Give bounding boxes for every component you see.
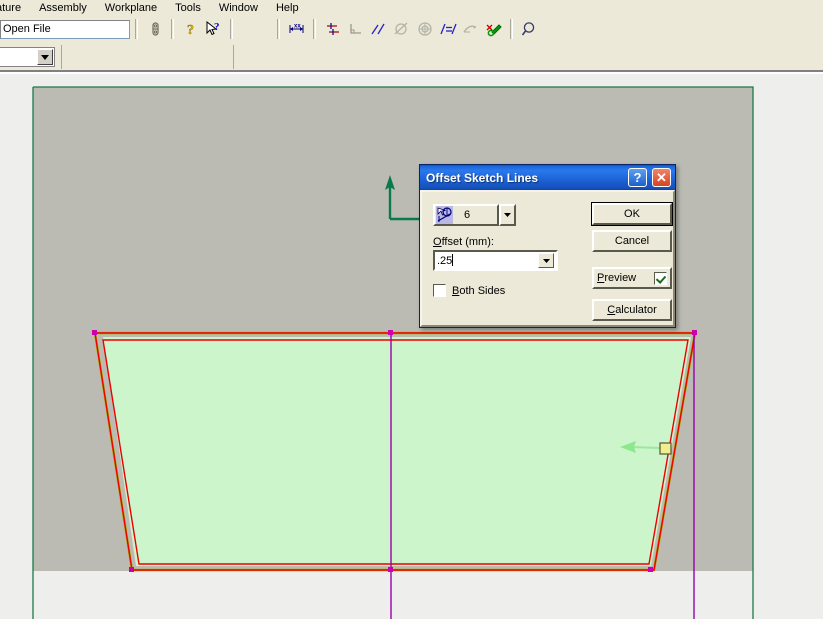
chevron-down-icon[interactable] (37, 49, 53, 65)
fix-constraint-icon[interactable] (482, 18, 505, 40)
offset-sketch-lines-icon (436, 206, 458, 224)
collinear-constraint-icon[interactable] (367, 18, 390, 40)
both-sides-label: Both Sides (452, 285, 505, 297)
both-sides-label-text: oth Sides (459, 284, 506, 297)
cancel-button[interactable]: Cancel (592, 230, 672, 252)
toolbar-separator (510, 19, 513, 39)
coincident-constraint-icon[interactable] (321, 18, 344, 40)
link-icon[interactable] (143, 18, 166, 40)
sketch-endpoint (129, 567, 134, 572)
toolbar-separator (135, 19, 138, 39)
sketch-endpoint (388, 330, 393, 335)
sketch-endpoint (648, 567, 653, 572)
help-icon[interactable]: ? (628, 168, 647, 187)
offset-sketch-lines-dialog[interactable]: Offset Sketch Lines ? ✕ 6 Offset (mm): .… (419, 164, 676, 328)
offset-tool-count: 6 (464, 209, 471, 221)
offset-value-chevron-down-icon[interactable] (538, 253, 554, 268)
toolbar-primary: Open File ? ? xx (0, 16, 823, 42)
menu-bar: ature Assembly Workplane Tools Window He… (0, 0, 823, 16)
close-icon-glyph: ✕ (656, 169, 667, 185)
calculator-button-text: alculator (615, 304, 657, 316)
offset-label-text: ffset (mm): (441, 236, 494, 248)
both-sides-checkbox-row[interactable]: Both Sides (433, 284, 505, 297)
offset-tool-chevron-down-icon[interactable] (499, 204, 516, 226)
sketch-endpoint (92, 330, 97, 335)
dialog-title: Offset Sketch Lines (426, 170, 539, 185)
offset-label-mnemonic: O (433, 236, 442, 248)
dimension-xx-icon[interactable]: xx (285, 18, 308, 40)
preview-checkbox[interactable] (654, 271, 667, 285)
toolbar-separator (277, 19, 280, 39)
offset-drag-handle (659, 442, 672, 455)
tangent-constraint-icon[interactable] (390, 18, 413, 40)
svg-text:?: ? (187, 23, 194, 37)
close-icon[interactable]: ✕ (652, 168, 671, 187)
offset-tool-selector[interactable]: 6 (433, 204, 499, 226)
open-file-combo[interactable]: Open File (0, 19, 130, 39)
sketch-endpoint (388, 567, 393, 572)
offset-field-label: Offset (mm): (433, 236, 494, 248)
sketch-face-fill (103, 337, 691, 566)
ok-button[interactable]: OK (591, 202, 673, 226)
preview-toggle-button[interactable]: Preview (592, 267, 672, 289)
offset-value-text: .25 (437, 255, 453, 267)
context-help-arrow-icon[interactable]: ? (202, 18, 225, 40)
preview-label-text: review (604, 272, 637, 284)
menu-item-workplane[interactable]: Workplane (96, 0, 166, 16)
toolbar-separator (313, 19, 316, 39)
menu-item-help[interactable]: Help (267, 0, 308, 16)
toolbar-secondary-panel-a (61, 45, 233, 69)
help-icon-glyph: ? (633, 170, 642, 185)
svg-text:xx: xx (294, 24, 301, 30)
menu-item-feature[interactable]: ature (0, 0, 30, 16)
open-file-combo-value: Open File (3, 22, 51, 35)
toolbar-secondary-panel-b (233, 45, 823, 69)
calculator-button[interactable]: Calculator (592, 299, 672, 321)
menu-item-assembly[interactable]: Assembly (30, 0, 96, 16)
menu-item-window[interactable]: Window (210, 0, 267, 16)
equal-constraint-icon[interactable] (436, 18, 459, 40)
toolbar-secondary (0, 42, 823, 72)
toolbar-separator (230, 19, 233, 39)
offset-value-combo[interactable]: .25 (433, 250, 558, 271)
cad-drawing-canvas[interactable] (0, 74, 823, 619)
concentric-constraint-icon[interactable] (413, 18, 436, 40)
parallel-constraint-icon[interactable] (459, 18, 482, 40)
dialog-body: 6 Offset (mm): .25 Both Sides OK Cancel (420, 190, 675, 327)
workplane-select-combo[interactable] (0, 47, 55, 67)
help-question-icon[interactable]: ? (179, 18, 202, 40)
menu-item-tools[interactable]: Tools (166, 0, 210, 16)
workplane-lower (33, 571, 753, 619)
toolbar-separator (171, 19, 174, 39)
both-sides-checkbox[interactable] (433, 284, 446, 297)
calculator-mnemonic: C (607, 304, 616, 316)
perpendicular-constraint-icon[interactable] (344, 18, 367, 40)
zoom-magnifier-icon[interactable] (518, 18, 541, 40)
preview-label: Preview (597, 272, 636, 284)
dialog-titlebar[interactable]: Offset Sketch Lines ? ✕ (420, 165, 675, 190)
svg-text:?: ? (214, 21, 220, 33)
cancel-button-label: Cancel (614, 235, 650, 247)
calculator-button-label: Calculator (607, 304, 657, 316)
ok-button-label: OK (624, 208, 640, 220)
sketch-endpoint (692, 330, 697, 335)
text-caret (452, 254, 454, 266)
